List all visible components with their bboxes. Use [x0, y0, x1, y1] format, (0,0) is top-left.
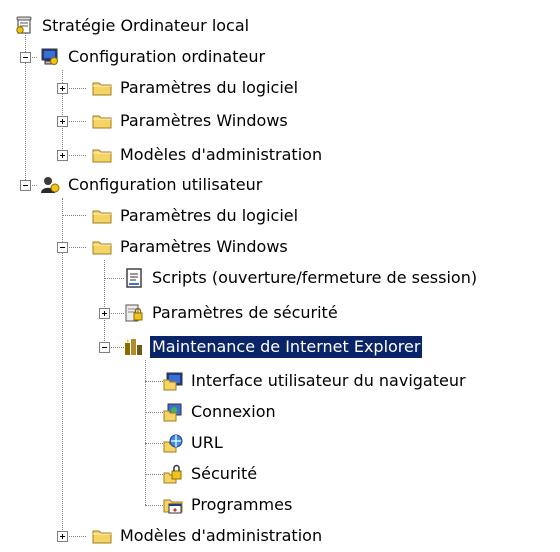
tree-line	[145, 443, 163, 444]
security-settings-icon	[124, 303, 144, 323]
policy-scroll-icon	[14, 16, 34, 36]
tree-node-label: Stratégie Ordinateur local	[42, 16, 250, 35]
user-config-icon	[40, 175, 60, 195]
collapse-toggle-computer-config[interactable]	[20, 52, 31, 63]
tree-node-programs[interactable]: Programmes	[163, 491, 294, 519]
browser-ui-icon	[163, 371, 183, 391]
tree-node-label: Connexion	[191, 402, 276, 421]
tree-line	[104, 260, 105, 347]
tree-node-ie-maintenance[interactable]: Maintenance de Internet Explorer	[124, 333, 423, 361]
script-icon	[124, 268, 144, 288]
expand-toggle-computer-admin[interactable]	[57, 150, 68, 161]
expand-toggle-security-settings[interactable]	[99, 308, 110, 319]
tree-node-label: Configuration utilisateur	[68, 175, 263, 194]
expand-toggle-user-admin[interactable]	[57, 531, 68, 542]
tree-node-computer-software[interactable]: Paramètres du logiciel	[92, 74, 300, 102]
tree-node-label: Paramètres de sécurité	[152, 303, 338, 322]
tree-node-url[interactable]: URL	[163, 429, 225, 457]
tree-node-label: Paramètres du logiciel	[120, 78, 299, 97]
tree-line	[104, 278, 124, 279]
tree-node-label: Configuration ordinateur	[68, 47, 266, 66]
ie-maintenance-icon	[124, 337, 144, 357]
tree-node-computer-windows[interactable]: Paramètres Windows	[92, 107, 290, 135]
tree-line	[62, 215, 86, 216]
programs-icon	[163, 495, 183, 515]
tree-node-user-windows[interactable]: Paramètres Windows	[92, 233, 290, 261]
tree-node-browser-ui[interactable]: Interface utilisateur du navigateur	[163, 367, 468, 395]
collapse-toggle-user-windows[interactable]	[57, 242, 68, 253]
tree-node-user-config[interactable]: Configuration utilisateur	[40, 171, 264, 199]
folder-icon	[92, 237, 112, 257]
tree-node-connection[interactable]: Connexion	[163, 398, 278, 426]
tree-node-label: Modèles d'administration	[120, 145, 323, 164]
tree-node-label: Modèles d'administration	[120, 526, 323, 545]
tree-node-label: Paramètres du logiciel	[120, 206, 299, 225]
tree-line	[145, 381, 163, 382]
folder-icon	[92, 526, 112, 546]
computer-config-icon	[40, 47, 60, 67]
tree-line	[145, 474, 163, 475]
folder-icon	[92, 111, 112, 131]
tree-node-root[interactable]: Stratégie Ordinateur local	[14, 12, 251, 40]
tree-node-label: Interface utilisateur du navigateur	[191, 371, 466, 390]
tree-node-label: URL	[191, 433, 223, 452]
tree-node-computer-config[interactable]: Configuration ordinateur	[40, 43, 267, 71]
url-icon	[163, 433, 183, 453]
tree-node-label: Maintenance de Internet Explorer	[150, 336, 423, 358]
tree-node-label: Programmes	[191, 495, 293, 514]
collapse-toggle-ie-maintenance[interactable]	[99, 342, 110, 353]
tree-node-security[interactable]: Sécurité	[163, 460, 259, 488]
tree-node-label: Paramètres Windows	[120, 111, 288, 130]
tree-node-security-settings[interactable]: Paramètres de sécurité	[124, 299, 340, 327]
security-icon	[163, 464, 183, 484]
tree-node-user-admin[interactable]: Modèles d'administration	[92, 522, 324, 550]
tree-node-scripts[interactable]: Scripts (ouverture/fermeture de session)	[124, 264, 479, 292]
tree-node-label: Sécurité	[191, 464, 258, 483]
tree-node-label: Paramètres Windows	[120, 237, 288, 256]
connection-icon	[163, 402, 183, 422]
policy-tree: Stratégie Ordinateur local Configuration…	[0, 0, 560, 552]
tree-line	[145, 412, 163, 413]
tree-line	[145, 505, 163, 506]
folder-icon	[92, 145, 112, 165]
tree-node-user-software[interactable]: Paramètres du logiciel	[92, 202, 300, 230]
folder-icon	[92, 78, 112, 98]
expand-toggle-computer-windows[interactable]	[57, 116, 68, 127]
collapse-toggle-user-config[interactable]	[20, 180, 31, 191]
expand-toggle-computer-software[interactable]	[57, 83, 68, 94]
tree-node-label: Scripts (ouverture/fermeture de session)	[152, 268, 478, 287]
folder-icon	[92, 206, 112, 226]
tree-node-computer-admin[interactable]: Modèles d'administration	[92, 141, 324, 169]
